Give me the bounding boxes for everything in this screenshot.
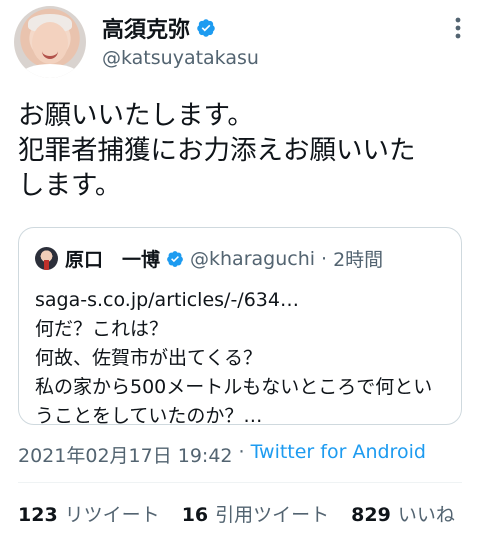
like-count[interactable]: 829 <box>351 504 391 526</box>
author-handle[interactable]: @katsuyatakasu <box>102 47 259 69</box>
quoted-separator: · <box>321 247 328 270</box>
quote-label[interactable]: 引用ツイート <box>215 500 329 527</box>
quoted-tweet-text: saga-s.co.jp/articles/-/634… 何だ？これは？ 何故、… <box>35 289 433 427</box>
like-label[interactable]: いいね <box>398 500 455 527</box>
tweet-text: お願いいたします。 犯罪者捕獲にお力添えお願いいた します。 <box>18 100 416 201</box>
quoted-author-row: 原口 一博 @kharaguchi · 2時間 <box>65 245 383 272</box>
quoted-author-avatar <box>35 247 58 270</box>
quoted-author-handle: @kharaguchi <box>190 247 316 270</box>
retweet-count[interactable]: 123 <box>18 504 58 526</box>
more-options-icon[interactable] <box>444 14 472 42</box>
avatar-shirt <box>22 64 78 78</box>
quoted-author-name: 原口 一博 <box>65 249 161 271</box>
author-avatar[interactable] <box>14 6 86 78</box>
quoted-time: 2時間 <box>333 249 384 271</box>
verified-badge-icon <box>167 250 183 267</box>
engagement-stats: 123 リツイート 16 引用ツイート 829 いいね <box>18 500 477 527</box>
author-name-row[interactable]: 高須克弥 <box>102 12 216 44</box>
verified-badge-icon <box>197 19 215 37</box>
quoted-tweet-card[interactable]: 原口 一博 @kharaguchi · 2時間 saga-s.co.jp/art… <box>18 227 462 427</box>
retweet-label[interactable]: リツイート <box>65 500 160 527</box>
tweet-source-link[interactable]: Twitter for Android <box>251 441 426 468</box>
avatar-tie <box>44 260 49 270</box>
meta-separator: · <box>238 441 245 463</box>
divider <box>18 482 462 483</box>
author-display-name[interactable]: 高須克弥 <box>102 12 190 44</box>
tweet-meta: 2021年02月17日 19:42 · Twitter for Android <box>18 441 426 468</box>
tweet-timestamp[interactable]: 2021年02月17日 19:42 <box>18 441 233 468</box>
quote-count[interactable]: 16 <box>182 504 208 526</box>
